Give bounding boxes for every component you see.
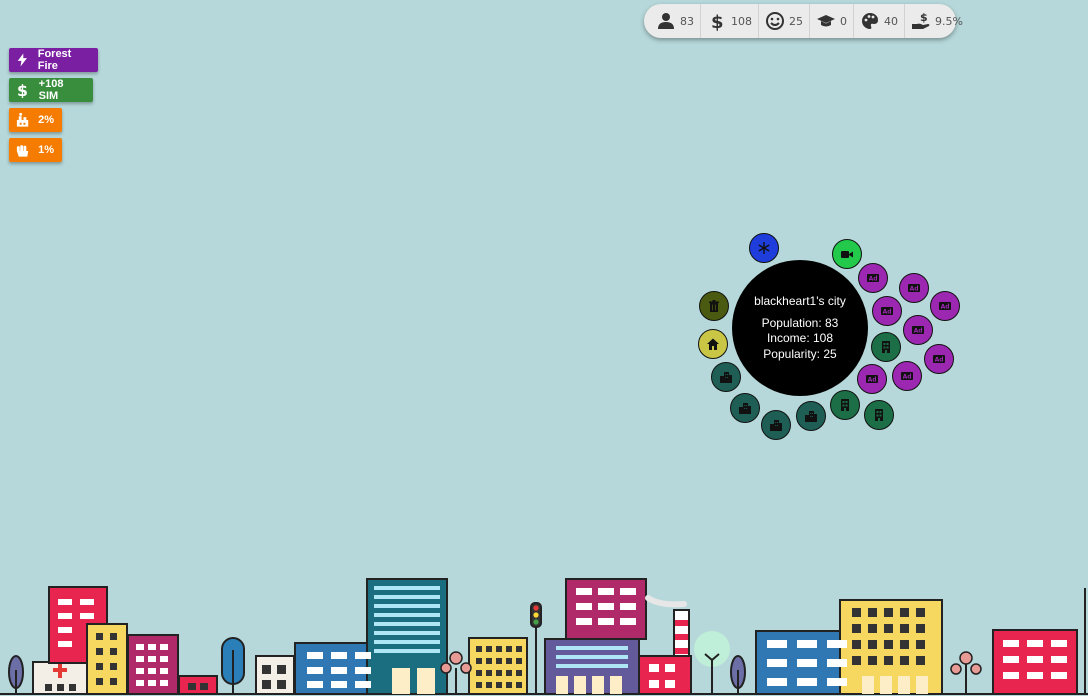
event-label: Forest Fire bbox=[37, 48, 72, 72]
income-label: +108 SIM bbox=[38, 78, 64, 102]
office-building-icon bbox=[882, 341, 890, 353]
stat-culture[interactable]: 40 bbox=[854, 4, 905, 38]
video-node[interactable] bbox=[832, 239, 862, 269]
trash-node[interactable] bbox=[699, 291, 729, 321]
person-icon bbox=[658, 13, 674, 29]
city-buildings-icon bbox=[720, 372, 732, 383]
ad-icon: Ad bbox=[933, 355, 945, 364]
home-node[interactable] bbox=[698, 329, 728, 359]
snowflake-icon bbox=[758, 242, 770, 254]
residential-node[interactable] bbox=[711, 362, 741, 392]
ad-icon: Ad bbox=[939, 302, 951, 311]
office-building-icon bbox=[875, 409, 883, 421]
stat-happiness[interactable]: 25 bbox=[759, 4, 810, 38]
city-buildings-icon bbox=[805, 411, 817, 422]
stats-bar: 83 $ 108 25 0 40 $ 9.5% bbox=[644, 4, 963, 38]
ad-node[interactable]: Ad bbox=[857, 364, 887, 394]
office-node[interactable] bbox=[864, 400, 894, 430]
svg-text:$: $ bbox=[17, 82, 28, 98]
office-building-icon bbox=[841, 399, 849, 411]
ad-icon: Ad bbox=[881, 307, 893, 316]
lightning-icon bbox=[17, 53, 27, 67]
ad-node[interactable]: Ad bbox=[930, 291, 960, 321]
city-income: Income: 108 bbox=[766, 331, 834, 346]
ad-icon: Ad bbox=[901, 372, 913, 381]
office-node[interactable] bbox=[871, 332, 901, 362]
ad-icon: Ad bbox=[866, 375, 878, 384]
svg-text:Ad: Ad bbox=[914, 328, 923, 335]
city-population: Population: 83 bbox=[761, 315, 839, 330]
svg-text:Ad: Ad bbox=[883, 309, 892, 316]
ad-node[interactable]: Ad bbox=[892, 361, 922, 391]
graduation-cap-icon bbox=[817, 15, 835, 27]
dollar-icon: $ bbox=[711, 12, 724, 31]
stat-education[interactable]: 0 bbox=[810, 4, 854, 38]
city-summary[interactable]: blackheart1's city Population: 83 Income… bbox=[732, 260, 868, 396]
city-name: blackheart1's city bbox=[754, 293, 846, 308]
svg-text:Ad: Ad bbox=[903, 374, 912, 381]
stat-happiness-value: 25 bbox=[789, 14, 803, 28]
stat-education-value: 0 bbox=[840, 14, 847, 28]
svg-text:$: $ bbox=[920, 11, 928, 24]
residential-node[interactable] bbox=[796, 401, 826, 431]
ad-node[interactable]: Ad bbox=[858, 263, 888, 293]
stat-money-value: 108 bbox=[731, 14, 752, 28]
ad-icon: Ad bbox=[908, 284, 920, 293]
factory-icon bbox=[16, 112, 29, 127]
home-icon bbox=[707, 338, 719, 350]
residential-node[interactable] bbox=[761, 410, 791, 440]
snow-node[interactable] bbox=[749, 233, 779, 263]
ad-node[interactable]: Ad bbox=[899, 273, 929, 303]
ad-icon: Ad bbox=[912, 326, 924, 335]
svg-text:Ad: Ad bbox=[941, 304, 950, 311]
stat-population-value: 83 bbox=[680, 14, 694, 28]
ad-icon: Ad bbox=[867, 274, 879, 283]
city-buildings-icon bbox=[739, 403, 751, 414]
unrest-label: 1% bbox=[38, 144, 54, 156]
video-camera-icon bbox=[841, 251, 853, 258]
svg-text:$: $ bbox=[711, 12, 724, 31]
stat-population[interactable]: 83 bbox=[650, 4, 701, 38]
stat-money[interactable]: $ 108 bbox=[701, 4, 759, 38]
svg-text:Ad: Ad bbox=[869, 276, 878, 283]
city-skyline-illustration bbox=[0, 578, 1088, 695]
svg-text:Ad: Ad bbox=[868, 377, 877, 384]
svg-text:Ad: Ad bbox=[910, 286, 919, 293]
office-node[interactable] bbox=[830, 390, 860, 420]
hand-money-icon: $ bbox=[912, 11, 930, 29]
pollution-button[interactable]: 2% bbox=[9, 108, 62, 132]
palette-icon bbox=[862, 13, 878, 29]
dollar-icon: $ bbox=[17, 82, 28, 98]
stat-culture-value: 40 bbox=[884, 14, 898, 28]
residential-node[interactable] bbox=[730, 393, 760, 423]
unrest-button[interactable]: 1% bbox=[9, 138, 62, 162]
income-button[interactable]: $ +108 SIM bbox=[9, 78, 93, 102]
ad-node[interactable]: Ad bbox=[872, 296, 902, 326]
ad-node[interactable]: Ad bbox=[903, 315, 933, 345]
ad-node[interactable]: Ad bbox=[924, 344, 954, 374]
svg-text:Ad: Ad bbox=[935, 357, 944, 364]
event-button[interactable]: Forest Fire bbox=[9, 48, 98, 72]
smile-icon bbox=[766, 12, 784, 30]
city-popularity: Popularity: 25 bbox=[763, 346, 837, 361]
fist-icon bbox=[16, 145, 29, 157]
stat-tax-value: 9.5% bbox=[935, 14, 963, 28]
city-buildings-icon bbox=[770, 420, 782, 431]
trash-icon bbox=[709, 300, 719, 312]
pollution-label: 2% bbox=[38, 114, 54, 126]
stat-tax[interactable]: $ 9.5% bbox=[905, 4, 969, 38]
